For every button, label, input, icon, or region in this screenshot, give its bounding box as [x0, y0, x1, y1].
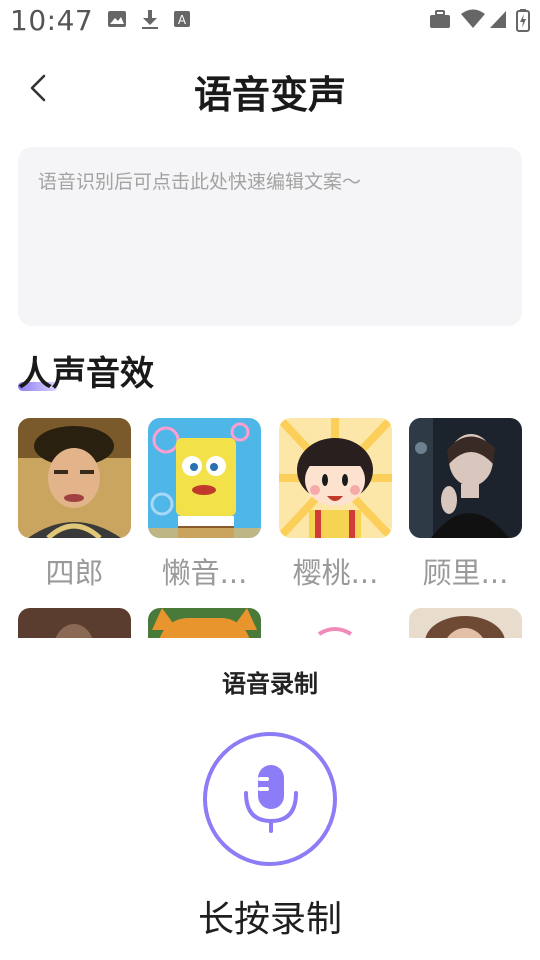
effect-card-row2-4[interactable] — [409, 608, 522, 638]
pink-cartoon-icon — [279, 608, 392, 638]
script-placeholder: 语音识别后可点击此处快速编辑文案～ — [38, 171, 362, 193]
effect-card-yingtao[interactable]: 樱桃... — [279, 418, 392, 592]
record-mic-button[interactable] — [202, 731, 338, 867]
status-time: 10:47 — [10, 4, 94, 37]
effect-label: 懒音... — [161, 556, 248, 590]
script-edit-area[interactable]: 语音识别后可点击此处快速编辑文案～ — [18, 147, 522, 326]
cartoon-cat-icon — [148, 608, 261, 638]
portrait-elder-icon — [18, 608, 131, 638]
effect-card-lanyin[interactable]: 懒音... — [148, 418, 261, 592]
page-title: 语音变声 — [193, 73, 346, 117]
header: 语音变声 — [0, 56, 540, 120]
effect-card-guli[interactable]: 顾里... — [409, 418, 522, 592]
hold-to-record-label: 长按录制 — [197, 899, 342, 940]
effect-label: 顾里... — [422, 556, 509, 590]
effect-card-silang[interactable]: 四郎 — [18, 418, 131, 592]
effects-section-header: 人声音效 — [18, 346, 154, 396]
voice-effects-grid: 四郎 懒音... 樱桃... 顾里... — [18, 418, 522, 638]
battery-icon — [516, 9, 530, 32]
girl-cartoon-icon — [279, 418, 392, 538]
section-title: 人声音效 — [18, 354, 154, 394]
record-section-label: 语音录制 — [222, 670, 318, 698]
image-icon — [108, 11, 126, 27]
sponge-cartoon-icon — [148, 418, 261, 538]
effect-card-row2-3[interactable] — [279, 608, 392, 638]
wifi-icon — [461, 9, 485, 28]
briefcase-icon — [430, 10, 450, 28]
effect-label: 樱桃... — [292, 556, 379, 590]
svg-text:A: A — [178, 13, 187, 27]
text-icon: A — [174, 11, 190, 27]
portrait-curly-icon — [409, 608, 522, 638]
status-bar: 10:47 A — [0, 0, 540, 44]
portrait-woman-icon — [409, 418, 522, 538]
effect-card-row2-2[interactable] — [148, 608, 261, 638]
portrait-man-icon — [18, 418, 131, 538]
download-icon — [142, 10, 158, 29]
effect-label: 四郎 — [45, 556, 104, 590]
signal-icon — [490, 11, 506, 28]
effect-card-row2-1[interactable] — [18, 608, 131, 638]
